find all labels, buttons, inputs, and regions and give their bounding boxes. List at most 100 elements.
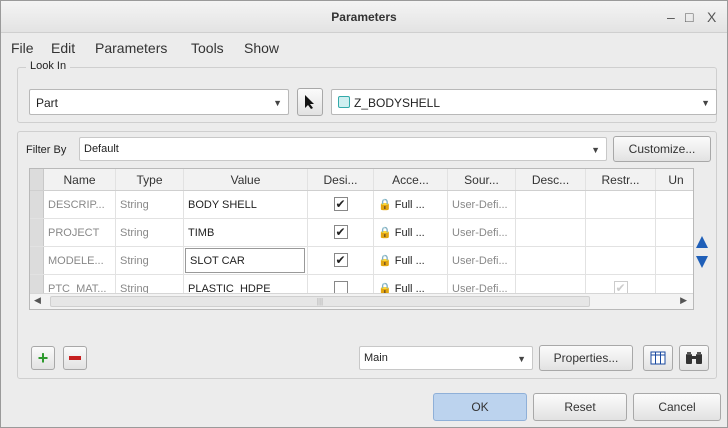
parameters-dialog: Parameters – □ X File Edit Parameters To… <box>0 0 728 428</box>
properties-button[interactable]: Properties... <box>539 345 633 371</box>
param-type: String <box>116 191 184 218</box>
plus-icon: + <box>37 348 49 368</box>
col-designate[interactable]: Desi... <box>308 169 374 190</box>
col-restricted[interactable]: Restr... <box>586 169 656 190</box>
reset-button[interactable]: Reset <box>533 393 627 421</box>
access-value: Full <box>394 255 413 267</box>
table-row[interactable]: PROJECT String TIMB ✔ 🔒 Full ... User-De… <box>30 219 693 247</box>
col-unit[interactable]: Un <box>656 169 693 190</box>
param-description[interactable] <box>516 219 586 246</box>
col-source[interactable]: Sour... <box>448 169 516 190</box>
param-description[interactable] <box>516 247 586 274</box>
horizontal-scrollbar[interactable]: ◀ ||| ▶ <box>30 293 693 309</box>
access-cell[interactable]: 🔒 Full ... <box>374 191 448 218</box>
param-value[interactable]: TIMB <box>184 219 308 246</box>
chevron-down-icon: ▼ <box>591 145 600 155</box>
col-type[interactable]: Type <box>116 169 184 190</box>
header-corner <box>30 169 44 190</box>
look-in-label: Look In <box>26 60 71 72</box>
filter-select[interactable]: Default ▼ <box>79 137 607 161</box>
param-value-editor[interactable]: SLOT CAR <box>185 248 305 273</box>
menu-parameters[interactable]: Parameters <box>95 40 167 56</box>
param-unit <box>656 219 693 246</box>
scroll-left-icon[interactable]: ◀ <box>34 295 41 306</box>
add-parameter-button[interactable]: + <box>31 346 55 370</box>
binoculars-icon <box>686 352 702 364</box>
menu-file[interactable]: File <box>11 40 34 56</box>
maximize-icon[interactable]: □ <box>685 9 693 25</box>
cancel-button[interactable]: Cancel <box>633 393 721 421</box>
lock-icon: 🔒 <box>378 255 392 267</box>
view-select[interactable]: Main ▼ <box>359 346 533 370</box>
select-model-button[interactable] <box>297 88 323 116</box>
model-value: Z_BODYSHELL <box>354 96 441 110</box>
view-value: Main <box>364 352 388 364</box>
access-more[interactable]: ... <box>416 199 425 211</box>
find-parameter-button[interactable] <box>679 345 709 371</box>
param-value[interactable]: BODY SHELL <box>184 191 308 218</box>
param-unit <box>656 191 693 218</box>
designate-checkbox[interactable]: ✔ <box>333 197 348 212</box>
col-value[interactable]: Value <box>184 169 308 190</box>
title-bar: Parameters – □ X <box>1 1 727 33</box>
col-access[interactable]: Acce... <box>374 169 448 190</box>
lock-icon: 🔒 <box>378 227 392 239</box>
access-cell[interactable]: 🔒 Full ... <box>374 219 448 246</box>
scope-select[interactable]: Part ▼ <box>29 89 289 115</box>
access-more[interactable]: ... <box>416 255 425 267</box>
customize-button[interactable]: Customize... <box>613 136 711 162</box>
filter-value: Default <box>84 143 119 155</box>
col-name[interactable]: Name <box>44 169 116 190</box>
param-source: User-Defi... <box>448 219 516 246</box>
close-icon[interactable]: X <box>707 9 716 25</box>
param-description[interactable] <box>516 191 586 218</box>
designate-checkbox[interactable]: ✔ <box>333 225 348 240</box>
param-unit <box>656 247 693 274</box>
designate-cell: ✔ <box>308 247 374 274</box>
param-type: String <box>116 219 184 246</box>
menu-tools[interactable]: Tools <box>191 40 224 56</box>
menu-bar: File Edit Parameters Tools Show <box>1 33 727 61</box>
menu-show[interactable]: Show <box>244 40 279 56</box>
param-source: User-Defi... <box>448 247 516 274</box>
lock-icon: 🔒 <box>378 199 392 211</box>
remove-parameter-button[interactable] <box>63 346 87 370</box>
param-restricted <box>586 247 656 274</box>
menu-edit[interactable]: Edit <box>51 40 75 56</box>
param-restricted <box>586 219 656 246</box>
window-title: Parameters <box>331 10 397 24</box>
move-down-icon[interactable] <box>695 255 709 269</box>
move-up-icon[interactable] <box>695 235 709 249</box>
part-icon <box>338 96 350 108</box>
table-row[interactable]: DESCRIP... String BODY SHELL ✔ 🔒 Full ..… <box>30 191 693 219</box>
chevron-down-icon: ▼ <box>701 98 710 108</box>
scope-value: Part <box>36 96 59 110</box>
minus-icon <box>69 355 81 360</box>
designate-checkbox[interactable]: ✔ <box>333 253 348 268</box>
table-row[interactable]: MODELE... String SLOT CAR ✔ 🔒 Full ... U… <box>30 247 693 275</box>
row-selector[interactable] <box>30 219 44 246</box>
access-value: Full <box>394 199 413 211</box>
table-columns-button[interactable] <box>643 345 673 371</box>
filter-label: Filter By <box>26 144 67 156</box>
row-selector[interactable] <box>30 247 44 274</box>
chevron-down-icon: ▼ <box>273 98 282 108</box>
chevron-down-icon: ▼ <box>517 354 526 364</box>
access-more[interactable]: ... <box>416 227 425 239</box>
col-description[interactable]: Desc... <box>516 169 586 190</box>
param-type: String <box>116 247 184 274</box>
access-cell[interactable]: 🔒 Full ... <box>374 247 448 274</box>
param-source: User-Defi... <box>448 191 516 218</box>
parameters-table: Name Type Value Desi... Acce... Sour... … <box>29 168 694 310</box>
ok-button[interactable]: OK <box>433 393 527 421</box>
cursor-arrow-icon <box>305 95 314 109</box>
param-restricted <box>586 191 656 218</box>
designate-cell: ✔ <box>308 219 374 246</box>
row-selector[interactable] <box>30 191 44 218</box>
scroll-thumb[interactable]: ||| <box>50 296 590 307</box>
model-select[interactable]: Z_BODYSHELL ▼ <box>331 89 717 115</box>
scroll-right-icon[interactable]: ▶ <box>680 295 687 306</box>
minimize-icon[interactable]: – <box>667 9 675 25</box>
param-name: DESCRIP... <box>44 191 116 218</box>
param-name: PROJECT <box>44 219 116 246</box>
